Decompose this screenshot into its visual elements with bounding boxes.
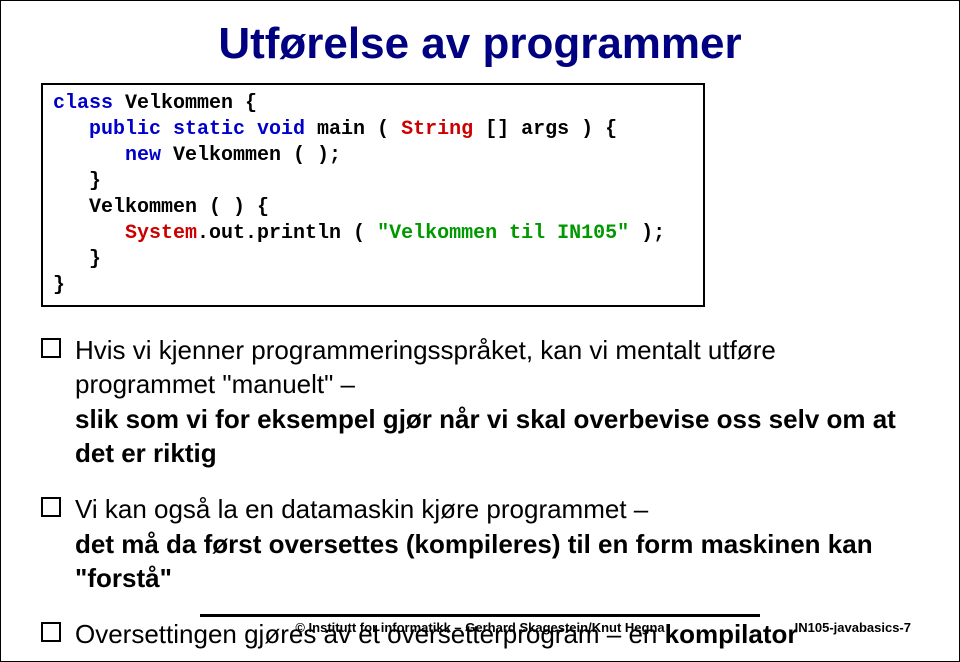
- bullet-icon: [41, 338, 61, 358]
- slide: Utførelse av programmer class Velkommen …: [0, 0, 960, 662]
- list-item: Vi kan også la en datamaskin kjøre progr…: [41, 492, 919, 595]
- code-text: }: [53, 248, 101, 271]
- text-span: Hvis vi kjenner programmeringsspråket, k…: [75, 335, 776, 399]
- footer-center: © Institutt for informatikk – Gerhard Sk…: [200, 614, 760, 635]
- code-string: "Velkommen til IN105": [377, 222, 629, 245]
- code-text: Velkommen ( ) {: [53, 196, 269, 219]
- footer-right: IN105-javabasics-7: [795, 620, 911, 635]
- code-text: main (: [305, 118, 401, 141]
- list-item: Hvis vi kjenner programmeringsspråket, k…: [41, 333, 919, 470]
- code-text: [] args ) {: [473, 118, 617, 141]
- code-kw: class: [53, 92, 113, 115]
- list-item-text: Vi kan også la en datamaskin kjøre progr…: [75, 492, 919, 595]
- footer: © Institutt for informatikk – Gerhard Sk…: [1, 614, 959, 635]
- list-item-text: Hvis vi kjenner programmeringsspråket, k…: [75, 333, 919, 470]
- text-span: Vi kan også la en datamaskin kjøre progr…: [75, 494, 648, 524]
- code-text: );: [629, 222, 665, 245]
- code-kw: public static void: [53, 118, 305, 141]
- code-text: }: [53, 170, 101, 193]
- page-title: Utførelse av programmer: [41, 19, 919, 69]
- code-text: }: [53, 274, 65, 297]
- code-class: System: [53, 222, 197, 245]
- text-span: slik som vi for eksempel gjør når vi ska…: [75, 404, 896, 468]
- code-text: Velkommen ( );: [161, 144, 341, 167]
- text-span: oversettes: [269, 529, 399, 559]
- code-text: .out.println (: [197, 222, 377, 245]
- code-box: class Velkommen { public static void mai…: [41, 83, 705, 307]
- code-kw: new: [53, 144, 161, 167]
- bullet-icon: [41, 497, 61, 517]
- code-class: String: [401, 118, 473, 141]
- text-span: det må da først: [75, 529, 269, 559]
- bullet-list: Hvis vi kjenner programmeringsspråket, k…: [41, 333, 919, 652]
- code-text: Velkommen {: [113, 92, 257, 115]
